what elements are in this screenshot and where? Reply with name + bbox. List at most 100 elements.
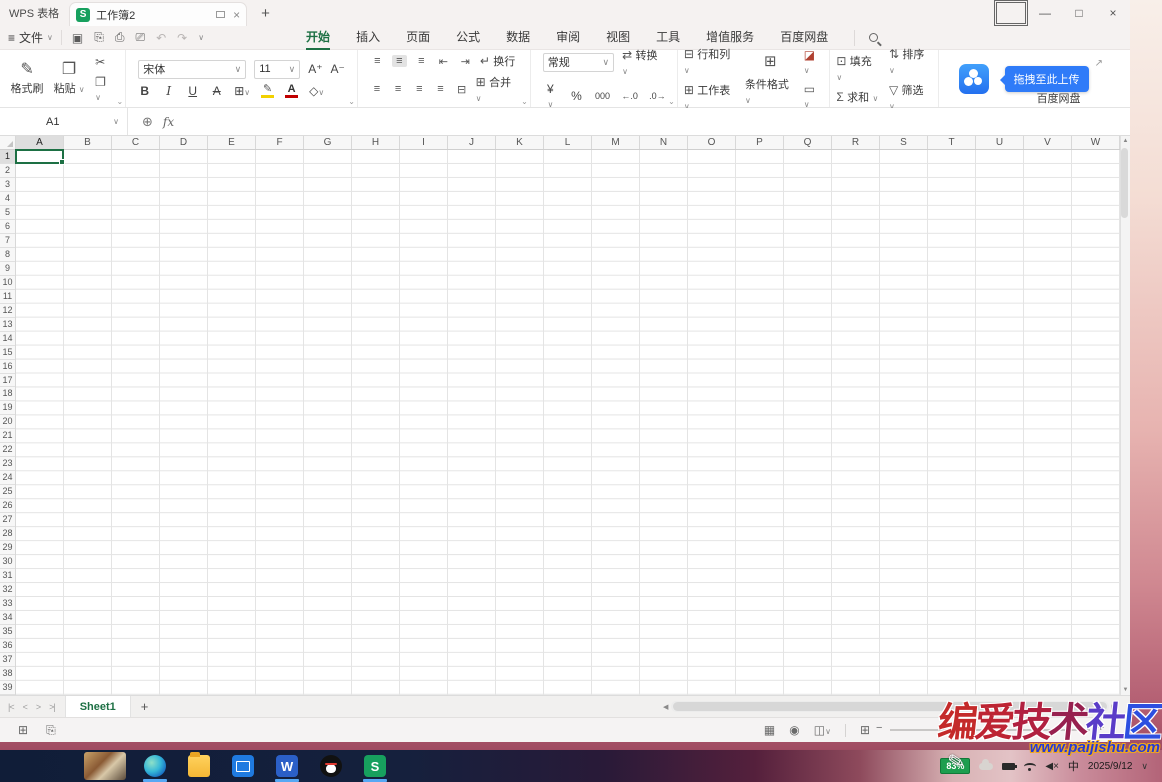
align-left-button[interactable]: ≡ (370, 83, 384, 95)
row-header-37[interactable]: 37 (0, 653, 15, 667)
print-button[interactable]: ⎙ (115, 30, 125, 45)
distributed-button[interactable]: ⊟ (455, 83, 469, 96)
row-header-27[interactable]: 27 (0, 513, 15, 527)
column-header-E[interactable]: E (208, 136, 256, 149)
wifi-icon[interactable] (1024, 763, 1036, 770)
font-size-select[interactable]: 11 ∨ (254, 60, 300, 79)
row-header-23[interactable]: 23 (0, 457, 15, 471)
column-header-B[interactable]: B (64, 136, 112, 149)
row-header-12[interactable]: 12 (0, 304, 15, 318)
row-header-17[interactable]: 17 (0, 374, 15, 388)
align-middle-button[interactable]: ≡ (392, 55, 407, 67)
zoom-out-icon[interactable]: − (876, 722, 882, 734)
column-header-N[interactable]: N (640, 136, 688, 149)
row-header-1[interactable]: 1 (0, 150, 15, 164)
align-right-button[interactable]: ≡ (412, 83, 426, 95)
save-button[interactable]: ▣ (72, 31, 83, 45)
table-style-icon[interactable]: ⊞ (764, 52, 777, 70)
scroll-right-icon[interactable]: ▶ (1109, 703, 1120, 711)
wrap-text-button[interactable]: ↵ 换行 (480, 53, 515, 69)
undo-button[interactable]: ↶ (156, 31, 166, 45)
sort-button[interactable]: ⇅ 排序 ∨ (889, 46, 932, 76)
row-header-31[interactable]: 31 (0, 569, 15, 583)
customize-qat-icon[interactable]: ∨ (198, 33, 204, 42)
name-box[interactable]: A1 ∨ (0, 108, 128, 135)
underline-button[interactable]: U (186, 84, 199, 98)
vertical-scrollbar[interactable]: ▲ ▼ (1120, 136, 1130, 695)
column-header-O[interactable]: O (688, 136, 736, 149)
baidu-netdisk-icon[interactable] (959, 64, 989, 94)
row-header-3[interactable]: 3 (0, 178, 15, 192)
next-sheet-button[interactable]: > (36, 702, 40, 712)
print-preview-button[interactable]: ⎚ (135, 30, 145, 45)
wps-home-tab[interactable]: WPS 表格 (0, 0, 69, 26)
taskbar-app-wps-office[interactable]: S (362, 750, 388, 782)
clipboard-dialog-launcher[interactable]: ⌄ (117, 97, 124, 106)
taskbar-app-edge-browser[interactable] (142, 750, 168, 782)
vertical-scroll-thumb[interactable] (1121, 148, 1128, 218)
row-header-33[interactable]: 33 (0, 597, 15, 611)
column-header-L[interactable]: L (544, 136, 592, 149)
taskbar-app-file-explorer[interactable] (186, 750, 212, 782)
tray-expand-icon[interactable]: ∨ (1141, 761, 1148, 772)
maximize-button[interactable]: □ (1062, 0, 1096, 26)
scroll-up-icon[interactable]: ▲ (1121, 138, 1130, 144)
column-header-D[interactable]: D (160, 136, 208, 149)
horizontal-scrollbar[interactable]: ◀ ▶ (660, 699, 1120, 714)
row-header-24[interactable]: 24 (0, 471, 15, 485)
status-doc-icon[interactable]: ⎘ (46, 723, 56, 738)
horizontal-scroll-thumb[interactable] (673, 702, 1106, 711)
row-header-22[interactable]: 22 (0, 443, 15, 457)
thousands-button[interactable]: 000 (595, 91, 609, 101)
column-header-A[interactable]: A (16, 136, 64, 149)
close-button[interactable]: × (1096, 0, 1130, 26)
italic-button[interactable]: I (162, 84, 175, 98)
column-header-H[interactable]: H (352, 136, 400, 149)
menu-tab-公式[interactable]: 公式 (444, 26, 492, 49)
merge-center-button[interactable]: ⊞ 合并 ∨ (476, 74, 518, 104)
row-header-14[interactable]: 14 (0, 332, 15, 346)
row-header-6[interactable]: 6 (0, 220, 15, 234)
row-header-38[interactable]: 38 (0, 667, 15, 681)
battery-icon[interactable] (1002, 763, 1015, 770)
select-all-corner[interactable] (0, 136, 16, 150)
taskbar-widget-thumbnail[interactable] (84, 752, 126, 780)
view-mode-icon[interactable]: ◫∨ (814, 723, 831, 737)
add-sheet-button[interactable]: + (131, 699, 159, 714)
menu-tab-百度网盘[interactable]: 百度网盘 (768, 26, 840, 49)
redo-button[interactable]: ↷ (177, 31, 187, 45)
highlight-color-button[interactable]: ✎ (261, 84, 274, 98)
align-bottom-button[interactable]: ≡ (414, 55, 429, 67)
cloud-icon[interactable] (979, 763, 993, 770)
menu-tab-数据[interactable]: 数据 (494, 26, 542, 49)
column-header-C[interactable]: C (112, 136, 160, 149)
first-sheet-button[interactable]: |< (8, 702, 14, 712)
row-header-29[interactable]: 29 (0, 541, 15, 555)
borders-button[interactable]: ⊞∨ (234, 84, 250, 98)
clock-date[interactable]: 2025/9/12 (1088, 761, 1133, 772)
menu-tab-开始[interactable]: 开始 (294, 26, 342, 49)
conditional-format-button[interactable]: 条件格式 ∨ (745, 76, 796, 106)
row-header-28[interactable]: 28 (0, 527, 15, 541)
column-header-Q[interactable]: Q (784, 136, 832, 149)
increase-decimal-button[interactable]: ←.0 (621, 91, 637, 101)
align-justify-button[interactable]: ≡ (433, 83, 447, 95)
document-tab[interactable]: S 工作簿2 × (69, 2, 247, 26)
column-header-G[interactable]: G (304, 136, 352, 149)
strikethrough-button[interactable]: A (210, 84, 223, 98)
export-button[interactable]: ⎘ (94, 30, 104, 45)
row-header-16[interactable]: 16 (0, 360, 15, 374)
row-header-21[interactable]: 21 (0, 429, 15, 443)
clear-format-button[interactable]: ◇∨ (309, 84, 324, 98)
new-tab-button[interactable]: + (261, 5, 270, 22)
bold-button[interactable]: B (138, 84, 151, 98)
row-header-36[interactable]: 36 (0, 639, 15, 653)
zoom-slider[interactable]: − + (890, 729, 1090, 731)
row-header-2[interactable]: 2 (0, 164, 15, 178)
row-header-34[interactable]: 34 (0, 611, 15, 625)
row-header-26[interactable]: 26 (0, 499, 15, 513)
selected-cell-a1[interactable] (15, 149, 64, 164)
cell-style-button[interactable]: ◪ ∨ (804, 48, 824, 76)
menu-tab-页面[interactable]: 页面 (394, 26, 442, 49)
menu-tab-插入[interactable]: 插入 (344, 26, 392, 49)
